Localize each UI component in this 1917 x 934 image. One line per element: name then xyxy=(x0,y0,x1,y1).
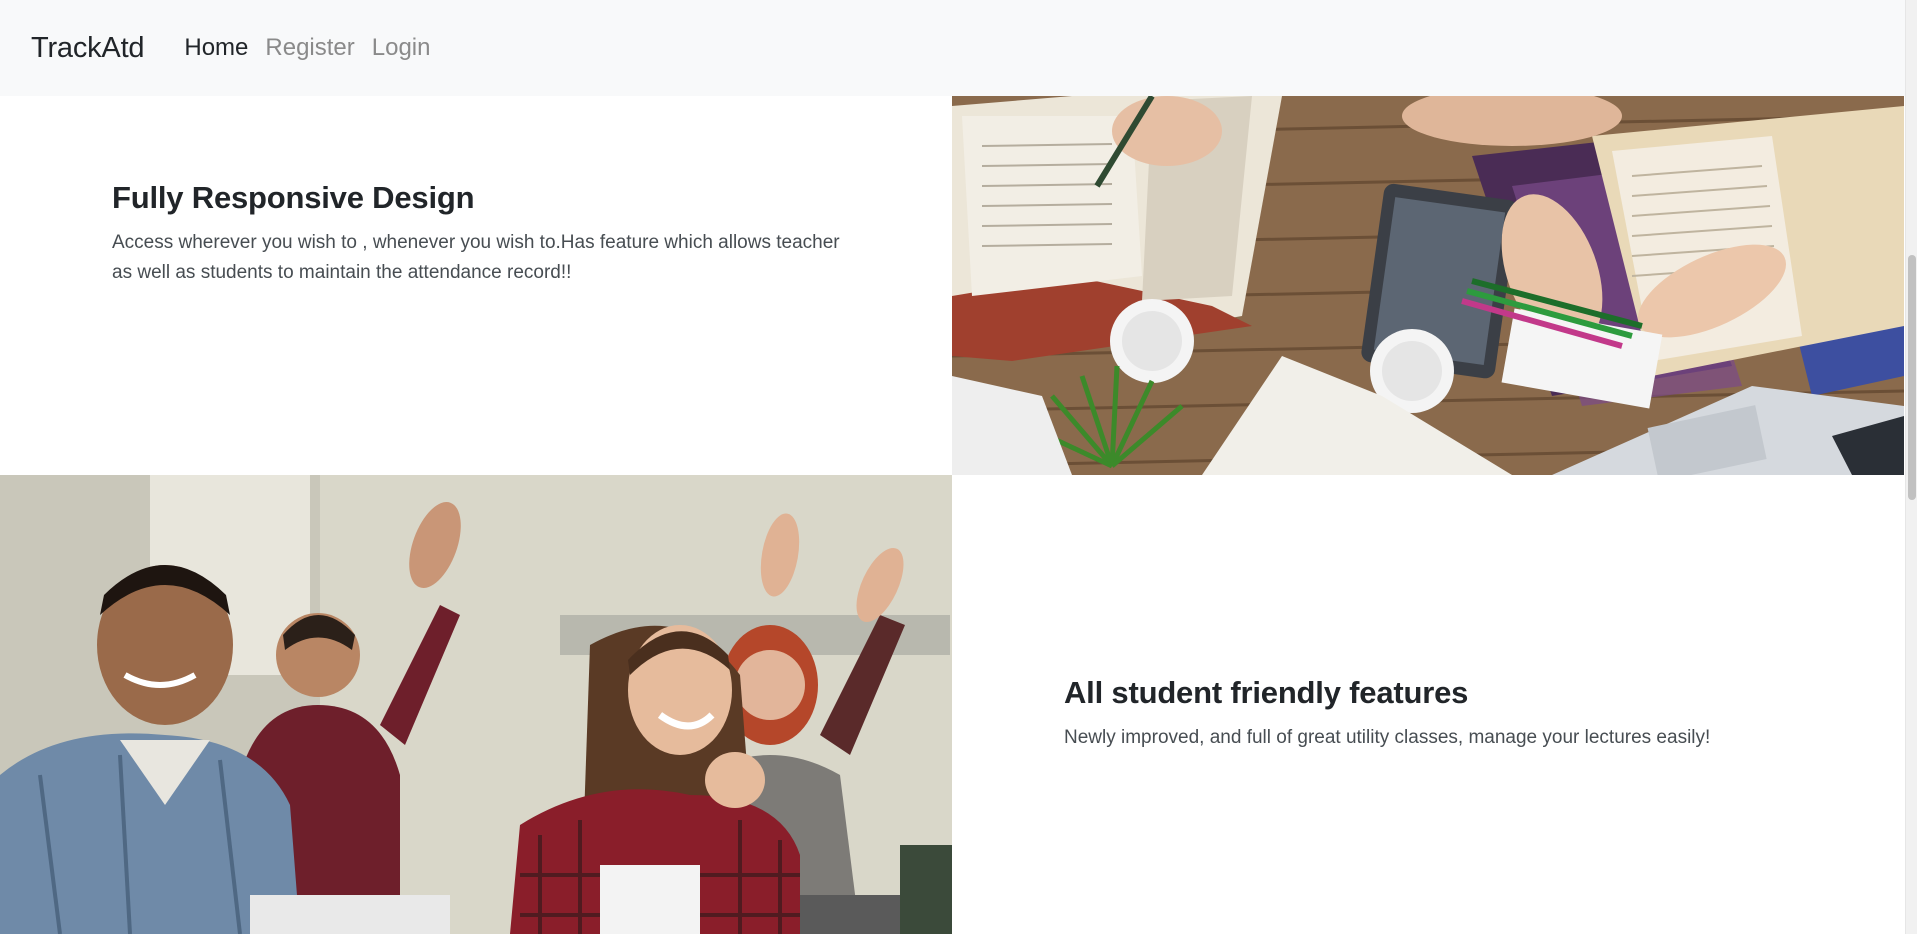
study-table-photo xyxy=(952,96,1904,475)
page: TrackAtd Home Register Login Fully Respo… xyxy=(0,0,1917,934)
classroom-students-photo xyxy=(0,475,952,934)
navbar: TrackAtd Home Register Login xyxy=(0,0,1905,96)
showcase-description-1: Access wherever you wish to , whenever y… xyxy=(112,232,840,283)
vertical-scrollbar[interactable] xyxy=(1905,0,1917,934)
brand-logo[interactable]: TrackAtd xyxy=(31,32,145,65)
showcase-row-2: All student friendly features Newly impr… xyxy=(0,475,1905,934)
scrollbar-thumb[interactable] xyxy=(1908,255,1916,500)
showcase-description-2: Newly improved, and full of great utilit… xyxy=(1064,727,1711,748)
showcase-text-1: Fully Responsive Design Access wherever … xyxy=(0,96,952,475)
showcase-text-2: All student friendly features Newly impr… xyxy=(952,475,1904,934)
classroom-illustration xyxy=(0,475,952,934)
nav-register-link[interactable]: Register xyxy=(265,34,354,62)
nav-home-link[interactable]: Home xyxy=(184,34,248,62)
nav-login-link[interactable]: Login xyxy=(372,34,431,62)
study-table-illustration xyxy=(952,96,1904,475)
showcase-title-2: All student friendly features xyxy=(1064,675,1469,710)
showcase-row-1: Fully Responsive Design Access wherever … xyxy=(0,96,1905,475)
showcase-title-1: Fully Responsive Design xyxy=(112,180,475,215)
